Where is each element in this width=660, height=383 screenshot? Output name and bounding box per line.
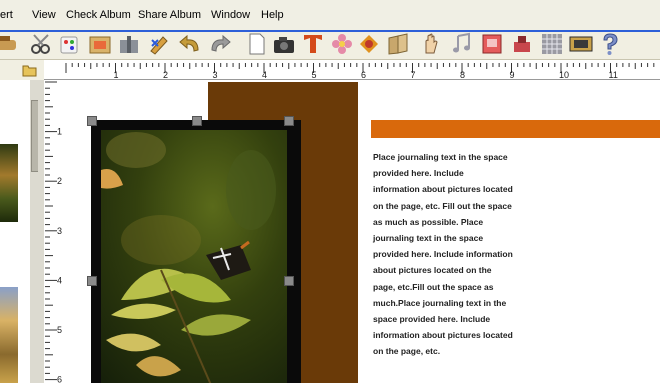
grid-icon[interactable] bbox=[540, 32, 564, 56]
scissors-icon[interactable] bbox=[29, 32, 53, 56]
ruler-label: 3 bbox=[213, 70, 218, 80]
help-icon[interactable] bbox=[598, 32, 622, 56]
page-thumbnail[interactable] bbox=[0, 144, 18, 222]
ruler-label: 6 bbox=[57, 375, 62, 383]
thumbnail-scrollbar[interactable] bbox=[30, 80, 39, 383]
journal-text-line: as much as possible. Place bbox=[373, 216, 484, 227]
page-thumbnail[interactable] bbox=[0, 287, 18, 383]
journaling-text-box[interactable]: Place journaling text in the space provid… bbox=[373, 149, 543, 360]
resize-handle-top-left[interactable] bbox=[87, 116, 97, 126]
resize-handle-top-right[interactable] bbox=[284, 116, 294, 126]
ruler-label: 6 bbox=[361, 70, 366, 80]
undo-icon[interactable] bbox=[178, 32, 202, 56]
journal-text-line: on the page, etc. bbox=[373, 346, 441, 357]
journal-text-line: space provided here. Include bbox=[373, 314, 491, 325]
film-icon[interactable] bbox=[569, 32, 593, 56]
ruler-label: 3 bbox=[57, 226, 62, 236]
resize-handle-top[interactable] bbox=[192, 116, 202, 126]
menu-share-album[interactable]: Share Album bbox=[138, 9, 201, 21]
menu-bar: ert View Check Album Share Album Window … bbox=[0, 0, 660, 32]
ruler-label: 5 bbox=[312, 70, 317, 80]
ruler-label: 9 bbox=[510, 70, 515, 80]
ruler-label: 8 bbox=[460, 70, 465, 80]
ruler-label: 2 bbox=[163, 70, 168, 80]
journal-text-line: on the page, etc. Fill out the space bbox=[373, 200, 512, 211]
menu-check-album[interactable]: Check Album bbox=[66, 9, 131, 21]
menu-help[interactable]: Help bbox=[261, 9, 284, 21]
edit-icon[interactable] bbox=[148, 32, 172, 56]
resize-handle-right[interactable] bbox=[284, 276, 294, 286]
gift-icon[interactable] bbox=[117, 32, 141, 56]
ruler-label: 7 bbox=[411, 70, 416, 80]
ruler-label: 1 bbox=[114, 70, 119, 80]
menu-window[interactable]: Window bbox=[211, 9, 250, 21]
journal-text-line: journaling text in the space bbox=[373, 233, 484, 244]
journal-text-line: page, etc.Fill out the space as bbox=[373, 281, 494, 292]
hand-icon[interactable] bbox=[419, 32, 443, 56]
text-tool-icon[interactable] bbox=[301, 32, 325, 56]
ruler-label: 4 bbox=[57, 275, 62, 285]
menu-insert[interactable]: ert bbox=[0, 9, 13, 21]
music-note-icon[interactable] bbox=[449, 32, 473, 56]
flower-icon[interactable] bbox=[330, 32, 354, 56]
journal-text-line: about pictures located on the bbox=[373, 265, 492, 276]
butterfly-photo[interactable] bbox=[101, 130, 287, 383]
menu-view[interactable]: View bbox=[32, 9, 56, 21]
title-bar-orange[interactable] bbox=[371, 120, 660, 138]
ruler-label: 11 bbox=[609, 70, 618, 80]
redo-icon[interactable] bbox=[208, 32, 232, 56]
journal-text-line: information about pictures located bbox=[373, 184, 513, 195]
ruler-label: 10 bbox=[559, 70, 569, 80]
book-icon[interactable] bbox=[386, 32, 410, 56]
ruler-label: 5 bbox=[57, 325, 62, 335]
journal-text-line: provided here. Include information bbox=[373, 249, 513, 260]
paint-icon[interactable] bbox=[357, 32, 381, 56]
toolbar bbox=[0, 32, 660, 60]
journal-text-line: provided here. Include bbox=[373, 168, 464, 179]
journal-text-line: Place journaling text in the space bbox=[373, 152, 508, 162]
vertical-ruler: 1 2 3 4 5 6 bbox=[38, 80, 64, 383]
blank-page-icon[interactable] bbox=[245, 32, 269, 56]
horizontal-ruler: 1 2 3 4 5 6 7 8 9 10 11 bbox=[44, 60, 660, 80]
stamp-icon[interactable] bbox=[0, 32, 24, 56]
dice-icon[interactable] bbox=[58, 32, 82, 56]
photo-frame-icon[interactable] bbox=[88, 32, 112, 56]
ruler-label: 2 bbox=[57, 176, 62, 186]
journal-text-line: much.Place journaling text in the bbox=[373, 297, 507, 308]
resize-handle-left[interactable] bbox=[87, 276, 97, 286]
stamp-pad-icon[interactable] bbox=[510, 32, 534, 56]
ruler-corner bbox=[0, 60, 44, 80]
photo-frame[interactable] bbox=[91, 120, 301, 383]
camera-icon[interactable] bbox=[272, 32, 296, 56]
ruler-label: 1 bbox=[57, 127, 62, 137]
album-page-canvas[interactable]: Place journaling text in the space provid… bbox=[64, 80, 660, 383]
journal-text-line: information about pictures located bbox=[373, 330, 513, 341]
image-tool-icon[interactable] bbox=[480, 32, 504, 56]
ruler-label: 4 bbox=[262, 70, 267, 80]
